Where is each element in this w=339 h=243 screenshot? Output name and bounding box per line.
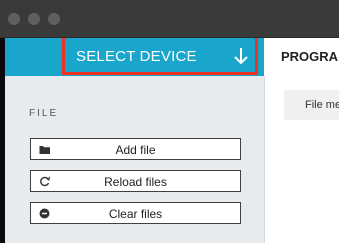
reload-files-button[interactable]: Reload files — [30, 170, 241, 192]
reload-files-label: Reload files — [104, 175, 167, 189]
file-panel: File mer — [264, 76, 339, 243]
clear-files-button[interactable]: Clear files — [30, 202, 241, 224]
window-close-button[interactable] — [8, 13, 20, 25]
select-device-button[interactable]: SELECT DEVICE — [62, 38, 258, 75]
file-memory-label: File mer — [305, 99, 339, 111]
device-bar: SELECT DEVICE — [5, 38, 264, 76]
tab-program[interactable]: PROGRA — [281, 49, 338, 64]
arrow-down-icon — [234, 48, 248, 65]
select-device-label: SELECT DEVICE — [76, 48, 197, 65]
clear-files-label: Clear files — [108, 207, 163, 221]
sidebar: FILE Add file Reload files Clear files — [5, 76, 264, 243]
main-tabbar: PROGRA — [264, 38, 339, 76]
app-window: SELECT DEVICE PROGRA FILE Add file Reloa… — [5, 38, 339, 243]
window-minimize-button[interactable] — [28, 13, 40, 25]
file-memory-header: File mer — [284, 90, 339, 120]
add-file-label: Add file — [115, 143, 156, 157]
add-file-button[interactable]: Add file — [30, 138, 241, 160]
file-section-title: FILE — [29, 108, 59, 119]
window-titlebar — [0, 0, 339, 38]
window-maximize-button[interactable] — [48, 13, 60, 25]
